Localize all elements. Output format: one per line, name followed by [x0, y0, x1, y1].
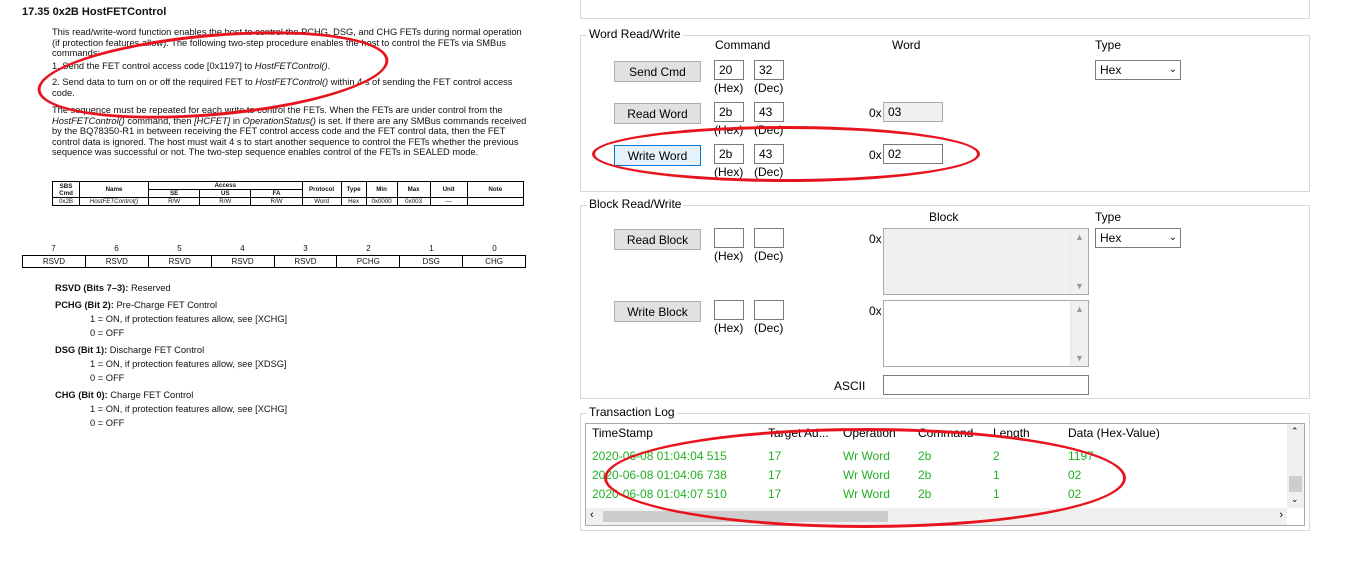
pchg-desc: PCHG (Bit 2): Pre-Charge FET Control — [55, 300, 218, 310]
send-cmd-dec-input[interactable]: 32 — [754, 60, 784, 80]
scroll-left-icon[interactable]: ‹ — [590, 509, 594, 521]
dsg-off: 0 = OFF — [90, 373, 125, 383]
bit-names: RSVD RSVD RSVD RSVD RSVD PCHG DSG CHG — [22, 254, 526, 268]
ascii-label: ASCII — [834, 379, 866, 393]
read-word-value[interactable]: 03 — [883, 102, 943, 122]
send-cmd-button[interactable]: Send Cmd — [614, 61, 701, 82]
word-header: Word — [892, 38, 921, 52]
hex-caption: (Hex) — [714, 249, 744, 263]
block-rw-title: Block Read/Write — [587, 197, 684, 211]
col-data[interactable]: Data (Hex-Value) — [1068, 426, 1160, 440]
scroll-up-icon[interactable]: ▲ — [1075, 232, 1084, 242]
scroll-down-icon[interactable]: ▼ — [1075, 281, 1084, 291]
block-type-select[interactable]: Hex ⌄ — [1095, 228, 1181, 248]
scroll-up-icon[interactable]: ⌃ — [1291, 426, 1299, 437]
read-block-dec-input[interactable] — [754, 228, 784, 248]
scrollbar[interactable]: ▲ ▼ — [1070, 301, 1088, 366]
rsvd-desc: RSVD (Bits 7–3): Reserved — [55, 283, 171, 293]
hex-caption: (Hex) — [714, 81, 744, 95]
block-header: Block — [929, 210, 959, 224]
read-word-hex-input[interactable]: 2b — [714, 102, 744, 122]
read-word-dec-input[interactable]: 43 — [754, 102, 784, 122]
block-type-value: Hex — [1100, 231, 1122, 245]
chg-desc: CHG (Bit 0): Charge FET Control — [55, 390, 194, 400]
dsg-on: 1 = ON, if protection features allow, se… — [90, 359, 287, 369]
chg-off: 0 = OFF — [90, 418, 125, 428]
type-header: Type — [1095, 38, 1122, 52]
word-type-select[interactable]: Hex ⌄ — [1095, 60, 1181, 80]
hex-prefix: 0x — [869, 106, 882, 120]
write-block-button[interactable]: Write Block — [614, 301, 701, 322]
dec-caption: (Dec) — [754, 249, 784, 263]
bit-map: 76543210 RSVD RSVD RSVD RSVD RSVD PCHG DSG CHG — [22, 244, 526, 268]
col-timestamp[interactable]: TimeStamp — [592, 426, 653, 440]
bit-numbers: 76543210 — [51, 244, 497, 253]
read-block-hex-input[interactable] — [714, 228, 744, 248]
block-type-header: Type — [1095, 210, 1122, 224]
top-panel-edge — [580, 0, 1310, 19]
read-block-data[interactable]: ▲ ▼ — [883, 228, 1089, 295]
section-title: 17.35 0x2B HostFETControl — [22, 6, 167, 18]
chevron-down-icon: ⌄ — [1168, 64, 1177, 75]
hex-caption: (Hex) — [714, 321, 744, 335]
chevron-down-icon: ⌄ — [1168, 232, 1177, 243]
command-header: Command — [715, 38, 771, 52]
word-type-value: Hex — [1100, 63, 1122, 77]
dsg-desc: DSG (Bit 1): Discharge FET Control — [55, 345, 205, 355]
scroll-down-icon[interactable]: ▼ — [1075, 353, 1084, 363]
scroll-thumb[interactable] — [1289, 476, 1302, 492]
write-block-data-input[interactable]: ▲ ▼ — [883, 300, 1089, 367]
hex-prefix: 0x — [869, 304, 882, 318]
annotation-ellipse-write-word — [592, 126, 980, 182]
dec-caption: (Dec) — [754, 81, 784, 95]
scrollbar[interactable]: ▲ ▼ — [1070, 229, 1088, 294]
pchg-on: 1 = ON, if protection features allow, se… — [90, 314, 288, 324]
annotation-ellipse-log — [604, 428, 1126, 528]
chg-on: 1 = ON, if protection features allow, se… — [90, 404, 288, 414]
log-vertical-scrollbar[interactable]: ⌃ ⌄ — [1287, 424, 1304, 508]
send-cmd-hex-input[interactable]: 20 — [714, 60, 744, 80]
hex-prefix: 0x — [869, 232, 882, 246]
read-block-button[interactable]: Read Block — [614, 229, 701, 250]
ascii-input[interactable] — [883, 375, 1089, 395]
write-block-hex-input[interactable] — [714, 300, 744, 320]
scroll-right-icon[interactable]: › — [1279, 509, 1283, 521]
dec-caption: (Dec) — [754, 321, 784, 335]
scroll-down-icon[interactable]: ⌄ — [1291, 494, 1299, 505]
transaction-log-title: Transaction Log — [587, 405, 677, 419]
word-rw-title: Word Read/Write — [587, 27, 683, 41]
pchg-off: 0 = OFF — [90, 328, 125, 338]
scroll-up-icon[interactable]: ▲ — [1075, 304, 1084, 314]
read-word-button[interactable]: Read Word — [614, 103, 701, 124]
command-table: SBS Cmd Name Access Protocol Type Min Ma… — [52, 181, 525, 206]
write-block-dec-input[interactable] — [754, 300, 784, 320]
